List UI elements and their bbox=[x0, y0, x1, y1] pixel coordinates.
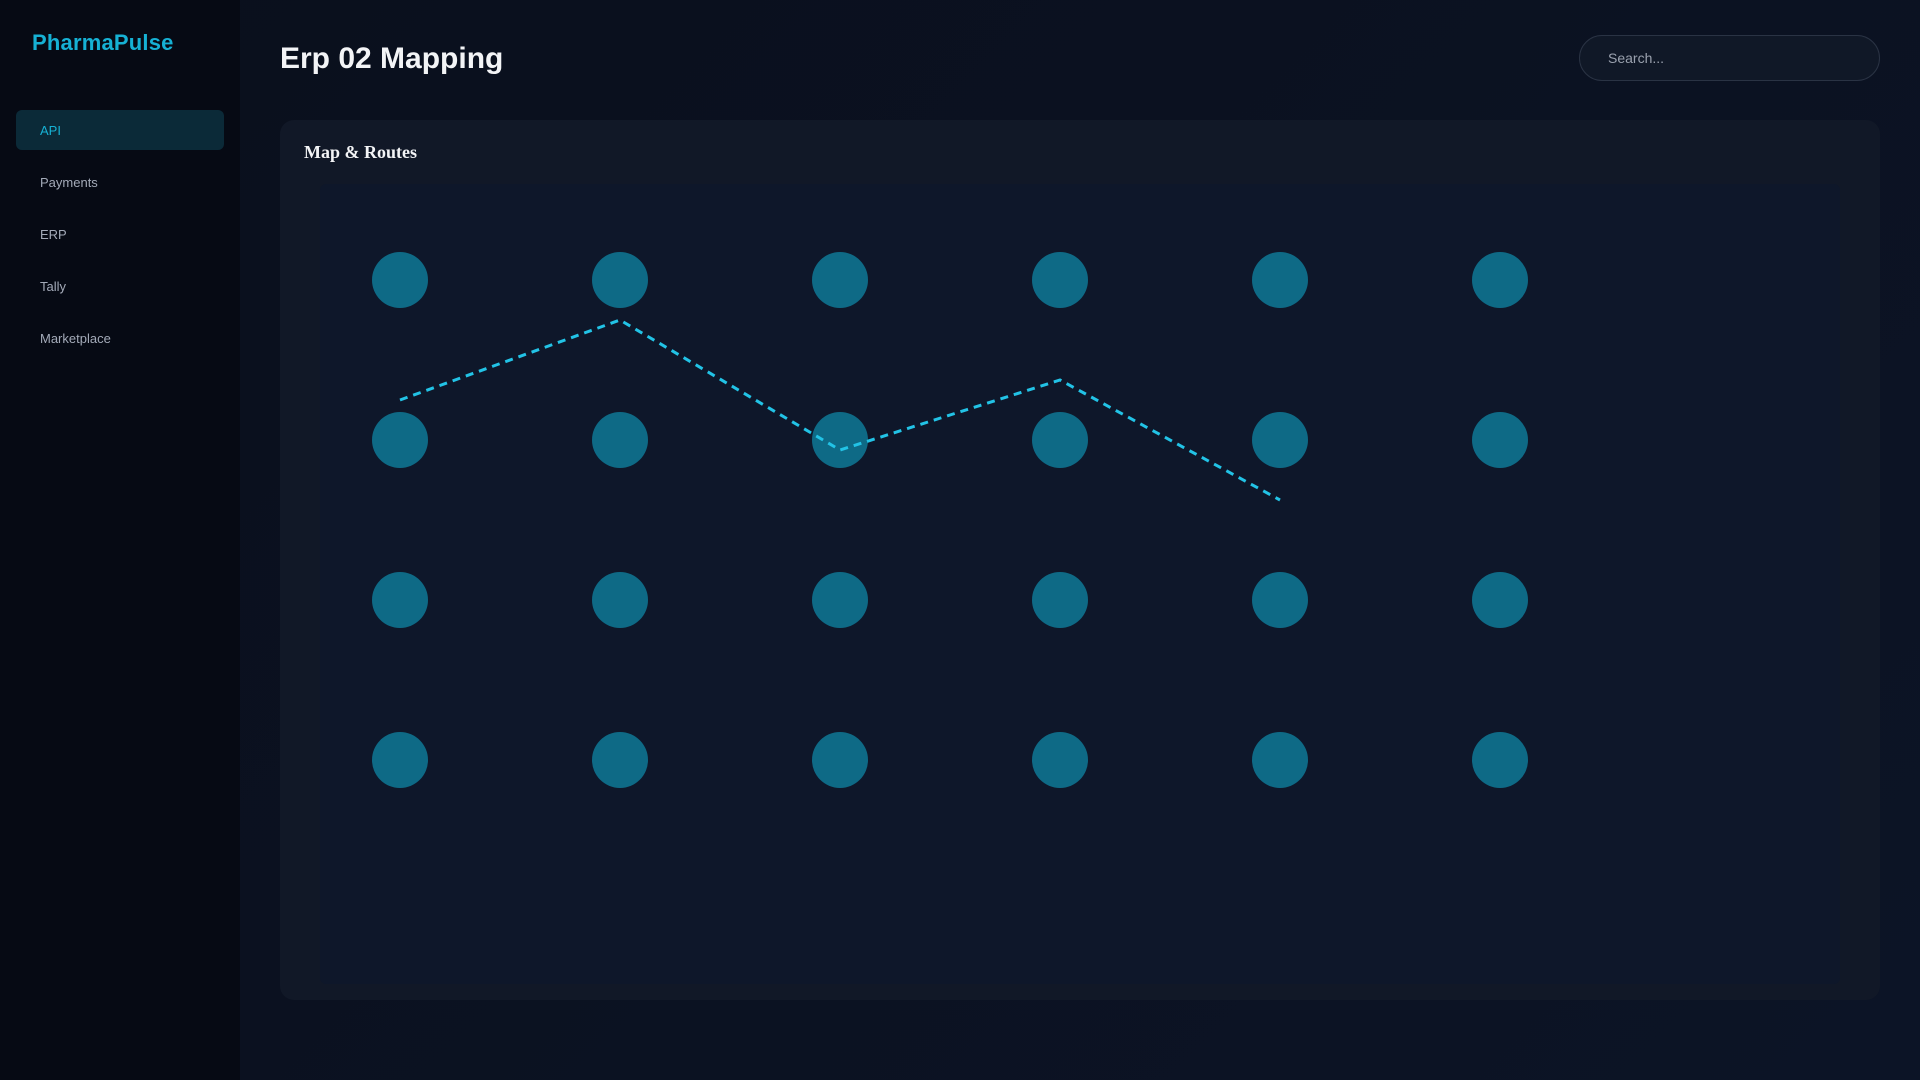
map-panel: Map & Routes bbox=[280, 120, 1880, 1000]
map-node[interactable] bbox=[372, 572, 428, 628]
sidebar: PharmaPulse API Payments ERP Tally Marke… bbox=[0, 0, 240, 1080]
map-node[interactable] bbox=[592, 252, 648, 308]
sidebar-nav: API Payments ERP Tally Marketplace bbox=[16, 110, 224, 370]
brand-logo[interactable]: PharmaPulse bbox=[32, 30, 174, 56]
map-node[interactable] bbox=[1032, 412, 1088, 468]
route-line[interactable] bbox=[399, 318, 1281, 502]
map-node[interactable] bbox=[372, 412, 428, 468]
sidebar-item-label: API bbox=[40, 122, 61, 138]
sidebar-item-payments[interactable]: Payments bbox=[16, 162, 224, 202]
sidebar-item-erp[interactable]: ERP bbox=[16, 214, 224, 254]
map-node[interactable] bbox=[372, 732, 428, 788]
panel-title: Map & Routes bbox=[304, 142, 417, 162]
map-node[interactable] bbox=[1252, 732, 1308, 788]
sidebar-item-label: Marketplace bbox=[40, 330, 111, 346]
map-node[interactable] bbox=[812, 732, 868, 788]
map-node[interactable] bbox=[592, 732, 648, 788]
map-node[interactable] bbox=[592, 412, 648, 468]
main-content: Erp 02 Mapping Map & Routes bbox=[240, 0, 1920, 1080]
map-node[interactable] bbox=[1472, 732, 1528, 788]
map-node[interactable] bbox=[812, 572, 868, 628]
map-node[interactable] bbox=[1032, 252, 1088, 308]
map-node[interactable] bbox=[1032, 572, 1088, 628]
map-node[interactable] bbox=[1252, 252, 1308, 308]
map-node[interactable] bbox=[812, 252, 868, 308]
app-root: PharmaPulse API Payments ERP Tally Marke… bbox=[0, 0, 1920, 1080]
map-canvas[interactable] bbox=[320, 184, 1840, 984]
sidebar-item-label: ERP bbox=[40, 226, 67, 242]
map-svg bbox=[372, 252, 1528, 788]
map-node[interactable] bbox=[372, 252, 428, 308]
map-node[interactable] bbox=[1252, 412, 1308, 468]
page-title: Erp 02 Mapping bbox=[280, 42, 504, 75]
map-node[interactable] bbox=[1472, 252, 1528, 308]
sidebar-item-label: Tally bbox=[40, 278, 67, 294]
map-node[interactable] bbox=[1252, 572, 1308, 628]
sidebar-item-api[interactable]: API bbox=[16, 110, 224, 150]
map-node[interactable] bbox=[592, 572, 648, 628]
map-node[interactable] bbox=[1032, 732, 1088, 788]
sidebar-item-label: Payments bbox=[40, 174, 98, 190]
map-node[interactable] bbox=[1472, 412, 1528, 468]
map-node[interactable] bbox=[1472, 572, 1528, 628]
sidebar-item-tally[interactable]: Tally bbox=[16, 266, 224, 306]
sidebar-item-marketplace[interactable]: Marketplace bbox=[16, 318, 224, 358]
search-input[interactable] bbox=[1579, 35, 1880, 81]
